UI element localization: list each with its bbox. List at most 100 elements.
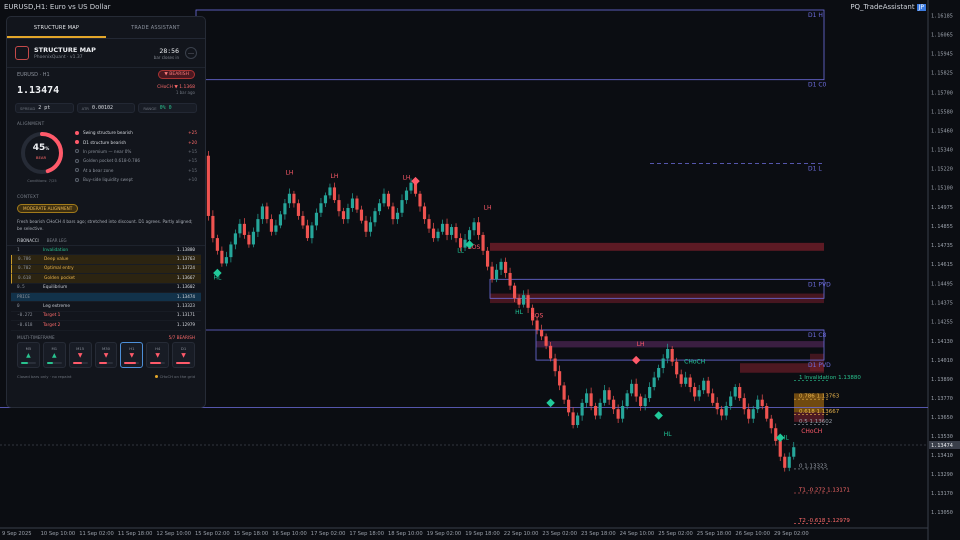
candle xyxy=(251,227,255,248)
candle-body xyxy=(792,447,796,457)
menu-icon[interactable]: … xyxy=(185,47,197,59)
candle-body xyxy=(769,418,773,429)
tab-structure-map[interactable]: STRUCTURE MAP xyxy=(7,17,106,38)
check-score: +15 xyxy=(188,158,197,164)
candle xyxy=(621,400,625,423)
fib-row[interactable]: -0.272 Target 1 1.13171 xyxy=(11,312,201,322)
price-tick: 1.14010 xyxy=(931,358,953,364)
fib-row[interactable]: 0.5 Equilibrium 1.13602 xyxy=(11,284,201,293)
candle xyxy=(319,198,323,218)
candle xyxy=(720,405,724,421)
tab-bear-leg[interactable]: BEAR LEG xyxy=(47,238,67,243)
price-tick: 1.15220 xyxy=(931,166,953,172)
fib-table: 1 Invalidation 1.13880 0.786 Deep value 1.137… xyxy=(7,246,205,331)
candle-body xyxy=(350,198,355,209)
candle xyxy=(274,219,278,236)
mtf-h1[interactable]: H1 ▼ xyxy=(120,341,144,368)
price-tick: 1.13170 xyxy=(931,491,953,497)
structure-label: HL xyxy=(515,309,524,316)
arrow-down-icon: ▼ xyxy=(103,351,109,359)
candle xyxy=(386,190,391,210)
candle xyxy=(702,377,706,394)
fib-row[interactable]: 0.786 Deep value 1.13763 xyxy=(11,255,201,265)
mtf-h4[interactable]: H4 ▼ xyxy=(146,341,170,368)
candle-body xyxy=(508,272,512,286)
mtf-m1[interactable]: M1 ▲ xyxy=(42,341,66,368)
candle xyxy=(634,378,638,402)
mtf-d1[interactable]: D1 ▼ xyxy=(172,341,196,368)
price-tick: 1.13890 xyxy=(931,377,953,383)
candle xyxy=(355,195,359,213)
mtf-m30[interactable]: M30 ▼ xyxy=(94,341,118,368)
candle-body xyxy=(292,193,296,204)
fib-level: 1 xyxy=(17,247,20,253)
candle-body xyxy=(224,257,228,264)
mtf-strength-bar xyxy=(46,361,62,364)
check-text: In premium — near 0% xyxy=(83,148,132,154)
structure-label: LH xyxy=(637,341,645,348)
candle xyxy=(526,289,530,314)
candle xyxy=(580,399,584,421)
candle xyxy=(742,393,746,415)
candle-body xyxy=(251,231,255,245)
fib-row[interactable]: 1 Invalidation 1.13880 xyxy=(11,246,201,256)
time-tick: 15 Sep 18:00 xyxy=(234,531,269,537)
fib-row[interactable]: PRICE 1.13474 xyxy=(11,292,201,303)
time-tick: 25 Sep 02:00 xyxy=(658,531,693,537)
candle-body xyxy=(549,345,553,359)
tab-trade-assistant[interactable]: TRADE ASSISTANT xyxy=(106,17,205,38)
arrow-down-icon: ▼ xyxy=(129,351,135,359)
indicator-badge[interactable]: JP xyxy=(916,4,926,11)
candle-body xyxy=(265,206,269,220)
price-tick: 1.14615 xyxy=(931,262,953,268)
candle-body xyxy=(657,368,661,378)
candle xyxy=(310,222,314,244)
candle-body xyxy=(418,193,422,207)
candle-body xyxy=(319,203,323,213)
candle xyxy=(630,379,634,397)
candle-body xyxy=(589,393,593,407)
stat-spread: SPREAD 2 pt xyxy=(15,103,74,113)
stat-atr: ATR 0.00102 xyxy=(76,103,136,113)
candle xyxy=(485,246,490,271)
time-tick: 9 Sep 2025 xyxy=(2,531,32,537)
candle xyxy=(368,216,373,237)
candle xyxy=(733,384,737,400)
fib-price: 1.12979 xyxy=(176,322,195,328)
candle-body xyxy=(652,377,656,388)
mtf-m15[interactable]: M15 ▼ xyxy=(68,341,92,368)
check-score: +15 xyxy=(188,167,197,173)
candle xyxy=(382,188,386,207)
candle-body xyxy=(594,406,598,416)
structure-label: BOS xyxy=(531,312,544,319)
candle-body xyxy=(553,358,557,372)
mtf-label: M15 xyxy=(76,345,85,351)
candle-body xyxy=(233,233,237,245)
choch-status: CHoCH ▼ 1.1368 1 bar ago xyxy=(157,85,195,95)
candle xyxy=(341,207,346,224)
fib-row[interactable]: 0.702 Optimal entry 1.13724 xyxy=(11,264,201,275)
candle xyxy=(711,388,715,406)
tab-fibonacci[interactable]: FIBONACCI xyxy=(17,238,39,243)
candle-body xyxy=(242,223,246,235)
fib-row[interactable]: -0.618 Target 2 1.12979 xyxy=(11,321,201,331)
structure-label: LH xyxy=(484,205,492,212)
candle xyxy=(400,194,404,218)
candle xyxy=(278,211,282,229)
candle-body xyxy=(517,298,521,305)
mtf-m5[interactable]: M5 ▲ xyxy=(17,341,40,368)
fib-level: 0.702 xyxy=(18,266,31,272)
price-tick: 1.15825 xyxy=(931,71,953,77)
candle-body xyxy=(634,383,638,397)
candle-body xyxy=(738,387,742,399)
candle xyxy=(391,202,395,225)
check-text: Golden pocket 0.618-0.786 xyxy=(83,158,141,164)
alignment-check: In premium — near 0% +15 xyxy=(75,147,197,156)
fib-row[interactable]: 0 Leg extreme 1.13323 xyxy=(11,302,201,312)
candle xyxy=(783,453,787,472)
fib-row[interactable]: 0.618 Golden pocket 1.13667 xyxy=(11,274,201,284)
candle-body xyxy=(296,203,301,216)
legend-dot-icon xyxy=(154,374,158,378)
candle-body xyxy=(332,187,337,201)
candle xyxy=(220,246,224,267)
